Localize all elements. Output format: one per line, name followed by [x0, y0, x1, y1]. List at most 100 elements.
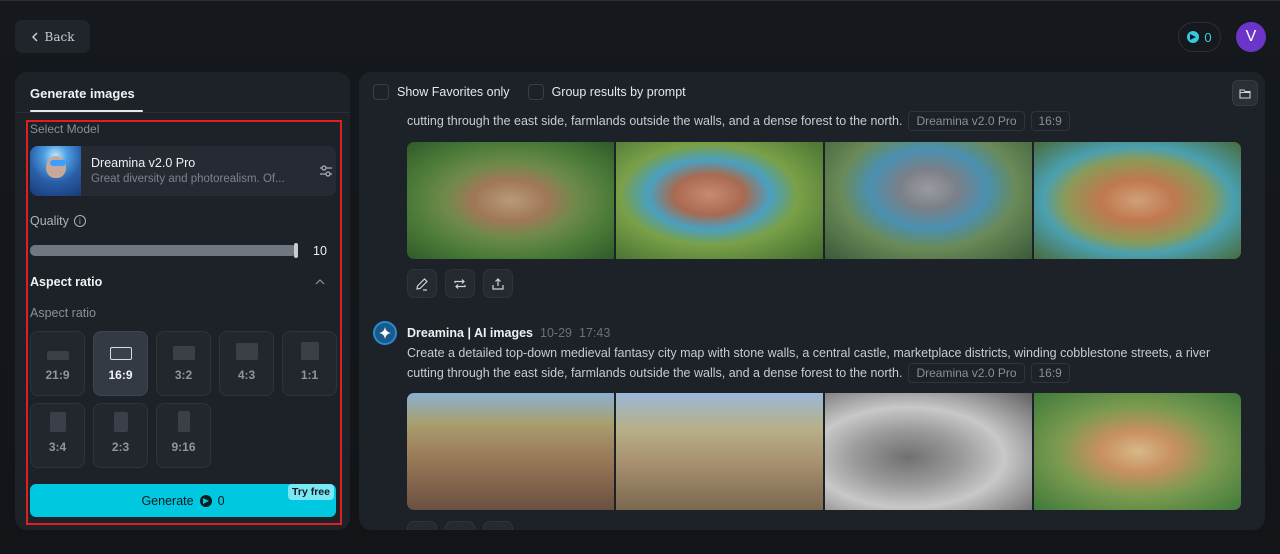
aspect-shape-icon: [172, 346, 195, 360]
aspect-ratio-label: 9:16: [171, 440, 196, 454]
regenerate-button[interactable]: [445, 521, 475, 530]
model-description: Great diversity and photorealism. Of...: [91, 173, 285, 185]
author-name: Dreamina | AI images: [407, 326, 534, 340]
generated-image[interactable]: [407, 393, 614, 510]
aspect-ratio-3-4[interactable]: 3:4: [30, 403, 85, 468]
generate-panel: Generate images Select Model Dreamina v2…: [15, 72, 350, 530]
back-button[interactable]: Back: [15, 20, 90, 53]
prompt-line-1: Create a detailed top-down medieval fant…: [407, 346, 1211, 360]
credit-icon: [199, 494, 212, 507]
bottom-band: [0, 530, 1280, 554]
filter-row: Show Favorites only Group results by pro…: [373, 84, 686, 100]
group-results-checkbox[interactable]: [527, 84, 544, 100]
post-1-images: [407, 142, 1241, 259]
aspect-ratio-label: 21:9: [45, 368, 70, 382]
export-button[interactable]: [483, 269, 513, 298]
prompt-line-2: cutting through the east side, farmlands…: [407, 366, 903, 380]
edit-button[interactable]: [407, 521, 437, 530]
sliders-icon[interactable]: [318, 163, 334, 179]
bot-avatar: [373, 321, 397, 345]
quality-slider[interactable]: [30, 243, 298, 258]
try-free-badge: Try free: [288, 484, 334, 500]
ratio-tag: 16:9: [1030, 111, 1070, 131]
export-icon: [492, 277, 504, 290]
aspect-ratio-1-1[interactable]: 1:1: [282, 331, 337, 396]
aspect-ratio-label: 2:3: [111, 440, 130, 454]
results-panel: Show Favorites only Group results by pro…: [359, 72, 1265, 530]
generate-button[interactable]: Generate 0 Try free: [30, 484, 336, 517]
aspect-shape-icon: [46, 351, 69, 360]
aspect-shape-icon: [113, 412, 128, 432]
credits-badge[interactable]: 0: [1178, 22, 1221, 52]
aspect-ratio-16-9[interactable]: 16:9: [93, 331, 148, 396]
post-1-actions: [407, 269, 513, 298]
aspect-ratio-label: 3:4: [48, 440, 67, 454]
aspect-ratio-2-3[interactable]: 2:3: [93, 403, 148, 468]
model-selector[interactable]: Dreamina v2.0 Pro Great diversity and ph…: [30, 146, 336, 196]
info-icon[interactable]: i: [73, 215, 86, 227]
folder-button[interactable]: [1232, 80, 1258, 106]
aspect-ratio-label: Aspect ratio: [30, 306, 97, 320]
post-1-prompt: cutting through the east side, farmlands…: [407, 111, 1247, 131]
aspect-ratio-label: 16:9: [108, 368, 133, 382]
edit-button[interactable]: [407, 269, 437, 298]
generate-label: Generate: [141, 493, 194, 508]
model-name: Dreamina v2.0 Pro: [91, 156, 196, 170]
chevron-left-icon: [31, 31, 38, 42]
quality-value: 10: [313, 244, 327, 258]
aspect-shape-icon: [109, 347, 132, 360]
post-date: 10-29: [540, 326, 572, 340]
tab-generate-images[interactable]: Generate images: [30, 86, 135, 101]
quality-label: Quality i: [30, 214, 86, 228]
generated-image[interactable]: [825, 142, 1032, 259]
regenerate-icon: [454, 278, 466, 289]
model-tag: Dreamina v2.0 Pro: [908, 111, 1025, 131]
show-favorites-label[interactable]: Show Favorites only: [397, 85, 510, 99]
chevron-up-icon[interactable]: [315, 278, 325, 286]
credit-icon: [1187, 31, 1200, 43]
panel-divider: [15, 112, 350, 113]
back-label: Back: [44, 29, 75, 44]
edit-icon: [416, 277, 428, 291]
ratio-tag: 16:9: [1030, 363, 1070, 383]
aspect-ratio-section-title[interactable]: Aspect ratio: [30, 275, 102, 289]
quality-slider-thumb[interactable]: [294, 243, 298, 258]
post-2-images: [407, 393, 1241, 510]
aspect-ratio-4-3[interactable]: 4:3: [219, 331, 274, 396]
generated-image[interactable]: [1034, 142, 1241, 259]
generated-image[interactable]: [1034, 393, 1241, 510]
aspect-shape-icon: [49, 412, 66, 432]
prompt-text: cutting through the east side, farmlands…: [407, 114, 903, 128]
aspect-ratio-9-16[interactable]: 9:16: [156, 403, 211, 468]
post-time: 17:43: [579, 326, 611, 340]
aspect-ratio-label: 1:1: [300, 368, 319, 382]
folder-icon: [1239, 88, 1251, 99]
export-button[interactable]: [483, 521, 513, 530]
quality-slider-fill: [30, 245, 297, 256]
credits-count: 0: [1204, 29, 1212, 45]
aspect-shape-icon: [235, 343, 258, 360]
post-2-header: Dreamina | AI images 10-29 17:43: [373, 321, 610, 345]
generated-image[interactable]: [825, 393, 1032, 510]
generate-cost: 0: [217, 493, 225, 508]
show-favorites-checkbox[interactable]: [373, 84, 389, 100]
aspect-ratio-21-9[interactable]: 21:9: [30, 331, 85, 396]
model-thumbnail: [30, 146, 81, 196]
aspect-ratio-label: 3:2: [174, 368, 193, 382]
user-avatar[interactable]: V: [1236, 22, 1266, 52]
generated-image[interactable]: [407, 142, 614, 259]
select-model-label: Select Model: [30, 122, 100, 136]
sparkle-icon: [379, 327, 391, 339]
aspect-shape-icon: [177, 411, 190, 432]
top-divider: [0, 0, 1280, 1]
aspect-ratio-3-2[interactable]: 3:2: [156, 331, 211, 396]
post-2-prompt: Create a detailed top-down medieval fant…: [407, 344, 1247, 383]
aspect-ratio-label: 4:3: [237, 368, 256, 382]
model-tag: Dreamina v2.0 Pro: [908, 363, 1025, 383]
regenerate-button[interactable]: [445, 269, 475, 298]
generated-image[interactable]: [616, 393, 823, 510]
group-results-label[interactable]: Group results by prompt: [552, 85, 686, 99]
quality-label-text: Quality: [30, 214, 69, 228]
generated-image[interactable]: [616, 142, 823, 259]
post-2-actions: [407, 521, 513, 530]
